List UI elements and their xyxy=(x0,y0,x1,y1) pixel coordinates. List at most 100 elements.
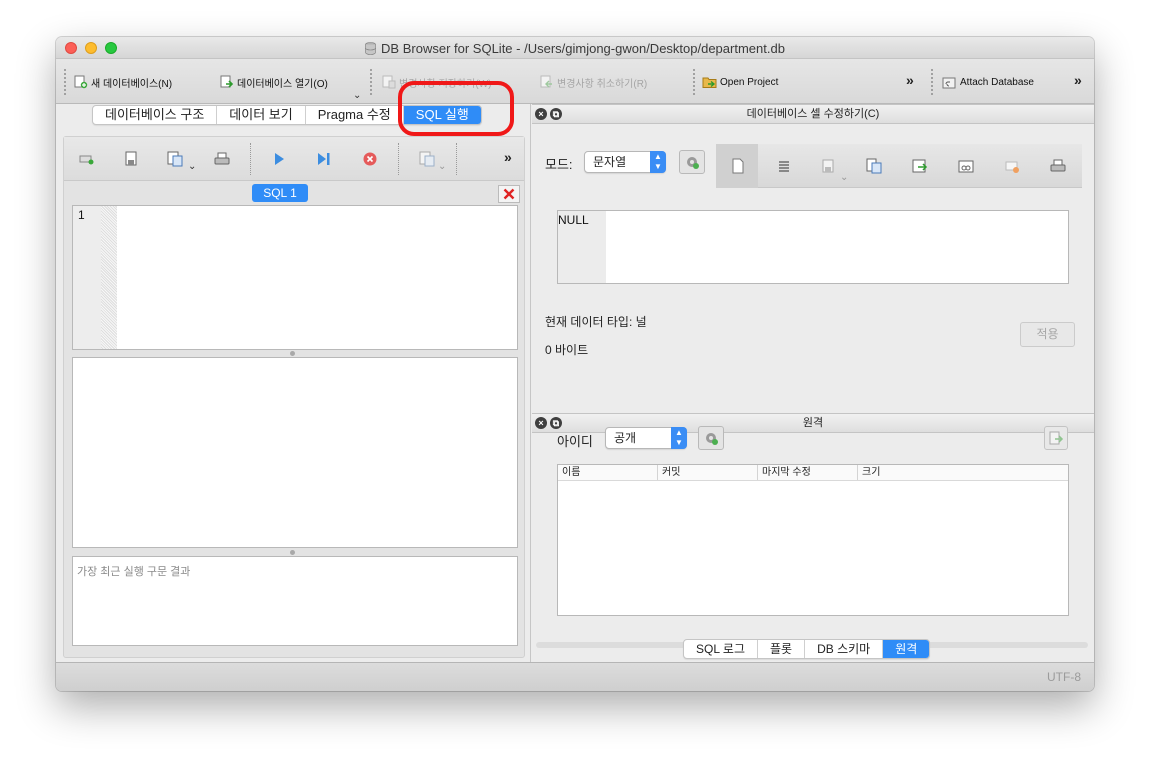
sql-editor-tab[interactable]: SQL 1 xyxy=(252,184,308,202)
float-dock-icon[interactable]: ⧉ xyxy=(550,108,562,120)
table-header: 이름 커밋 마지막 수정 크기 xyxy=(558,465,1068,481)
execute-all-button[interactable] xyxy=(270,151,288,167)
save-sql-file-icon xyxy=(167,151,183,167)
status-bar: UTF-8 xyxy=(56,662,1094,691)
upload-icon xyxy=(1049,431,1064,445)
tab-edit-pragmas[interactable]: Pragma 수정 xyxy=(306,106,404,124)
export-to-file-icon[interactable] xyxy=(912,158,928,174)
new-database-button[interactable]: 새 데이터베이스(N) xyxy=(73,74,172,90)
auto-format-button[interactable] xyxy=(679,150,705,174)
open-project-button[interactable]: Open Project xyxy=(702,74,778,90)
write-changes-icon xyxy=(382,75,396,89)
save-sql-dropdown-icon[interactable]: ⌄ xyxy=(188,161,196,172)
title-bar: DB Browser for SQLite - /Users/gimjong-g… xyxy=(56,37,1094,59)
column-header-size[interactable]: 크기 xyxy=(858,465,1068,480)
data-size: 0 바이트 xyxy=(545,343,589,357)
line-number: 1 xyxy=(78,208,85,222)
toolbar-grip xyxy=(64,68,66,96)
execute-sql-panel: ⌄ ⌄ » SQL 1 1 가장 최근 실행 구문 결과 xyxy=(63,136,525,658)
highlight-annotation xyxy=(398,81,514,136)
attach-database-label: Attach Database xyxy=(960,76,1034,88)
revert-changes-button[interactable]: 변경사항 취소하기(R) xyxy=(539,74,647,90)
toolbar-overflow-icon[interactable]: » xyxy=(1074,72,1082,88)
open-database-button[interactable]: 데이터베이스 열기(O) xyxy=(219,74,328,90)
splitter-handle[interactable] xyxy=(290,550,295,555)
save-results-dropdown-icon[interactable]: ⌄ xyxy=(438,161,446,172)
mode-select[interactable]: 문자열 ▲ ▼ xyxy=(584,151,666,173)
main-toolbar: 새 데이터베이스(N) 데이터베이스 열기(O) ⌄ 변경사항 저장하기(W) … xyxy=(56,59,1094,104)
printer-icon xyxy=(214,152,230,165)
edit-cell-title: 데이터베이스 셀 수정하기(C) xyxy=(746,108,880,120)
open-database-icon xyxy=(220,75,234,88)
word-wrap-icon[interactable] xyxy=(776,158,792,174)
close-dock-icon[interactable]: × xyxy=(535,108,547,120)
save-results-icon xyxy=(419,151,435,167)
tab-remote[interactable]: 원격 xyxy=(883,640,930,658)
execute-current-line-button[interactable] xyxy=(315,151,333,167)
open-tab-button[interactable] xyxy=(78,151,96,167)
play-icon xyxy=(275,153,284,165)
open-database-label: 데이터베이스 열기(O) xyxy=(237,78,328,90)
new-database-icon xyxy=(74,75,88,89)
gear-icon xyxy=(687,157,699,169)
mode-label: 모드: xyxy=(545,157,573,172)
tab-plot[interactable]: 플롯 xyxy=(758,640,806,658)
column-header-name[interactable]: 이름 xyxy=(558,465,658,480)
printer-icon[interactable] xyxy=(1050,158,1066,174)
stop-execution-button[interactable] xyxy=(361,151,379,167)
tab-database-structure[interactable]: 데이터베이스 구조 xyxy=(93,106,218,124)
cell-value-editor[interactable]: NULL xyxy=(557,210,1069,284)
toolbar-separator xyxy=(398,143,399,175)
tab-sql-log[interactable]: SQL 로그 xyxy=(684,640,758,658)
identity-select[interactable]: 공개 ▲ ▼ xyxy=(605,427,687,449)
save-results-button[interactable] xyxy=(418,151,436,167)
column-header-commit[interactable]: 커밋 xyxy=(658,465,758,480)
remote-settings-button[interactable] xyxy=(698,426,724,450)
gear-icon xyxy=(706,433,718,445)
apply-button[interactable]: 적용 xyxy=(1020,322,1075,347)
tab-db-schema[interactable]: DB 스키마 xyxy=(805,640,884,658)
toolbar-overflow-icon[interactable]: » xyxy=(906,72,914,88)
execution-message-placeholder: 가장 최근 실행 구문 결과 xyxy=(77,566,191,578)
remote-repository-table[interactable]: 이름 커밋 마지막 수정 크기 xyxy=(557,464,1069,616)
query-results-grid[interactable] xyxy=(72,357,518,548)
sql-toolbar-overflow-icon[interactable]: » xyxy=(504,149,512,165)
document-icon[interactable] xyxy=(730,158,746,174)
revert-changes-icon xyxy=(540,75,552,88)
toolbar-grip xyxy=(931,68,933,96)
image-icon[interactable] xyxy=(958,158,974,174)
import-dropdown-icon[interactable]: ⌄ xyxy=(840,172,848,183)
close-sql-tab-button[interactable] xyxy=(498,185,520,203)
attach-database-button[interactable]: Attach Database xyxy=(942,74,1034,90)
float-dock-icon[interactable]: ⧉ xyxy=(550,417,562,429)
toolbar-grip xyxy=(370,68,372,96)
sql-toolbar: ⌄ ⌄ » xyxy=(64,137,524,181)
main-tab-area: 데이터베이스 구조 데이터 보기 Pragma 수정 SQL 실행 ⌄ ⌄ » … xyxy=(56,104,531,662)
select-arrows-icon: ▲ ▼ xyxy=(650,151,666,173)
identity-label: 아이디 xyxy=(557,434,593,449)
print-button[interactable] xyxy=(213,151,231,167)
open-sql-file-button[interactable] xyxy=(122,151,140,167)
column-header-last-modified[interactable]: 마지막 수정 xyxy=(758,465,858,480)
fold-margin xyxy=(101,206,117,349)
window-title: DB Browser for SQLite - /Users/gimjong-g… xyxy=(56,41,1094,56)
close-dock-icon[interactable]: × xyxy=(535,417,547,429)
set-null-icon[interactable] xyxy=(1004,158,1020,174)
open-database-dropdown-icon[interactable]: ⌄ xyxy=(353,90,361,101)
tab-browse-data[interactable]: 데이터 보기 xyxy=(217,106,306,124)
open-project-label: Open Project xyxy=(720,76,779,88)
toolbar-grip xyxy=(693,68,695,96)
current-data-type: 현재 데이터 타입: 널 xyxy=(545,315,647,329)
import-file-icon[interactable] xyxy=(820,158,836,174)
toolbar-separator xyxy=(456,143,457,175)
app-window: DB Browser for SQLite - /Users/gimjong-g… xyxy=(56,37,1094,691)
save-sql-file-button[interactable] xyxy=(166,151,184,167)
step-play-icon xyxy=(318,153,330,165)
export-file-icon[interactable] xyxy=(866,158,882,174)
toolbar-separator xyxy=(250,143,251,175)
cell-value-text: NULL xyxy=(558,213,589,227)
identity-select-value: 공개 xyxy=(614,431,637,445)
sql-editor[interactable]: 1 xyxy=(72,205,518,350)
splitter-handle[interactable] xyxy=(290,351,295,356)
push-database-button[interactable] xyxy=(1044,426,1068,450)
